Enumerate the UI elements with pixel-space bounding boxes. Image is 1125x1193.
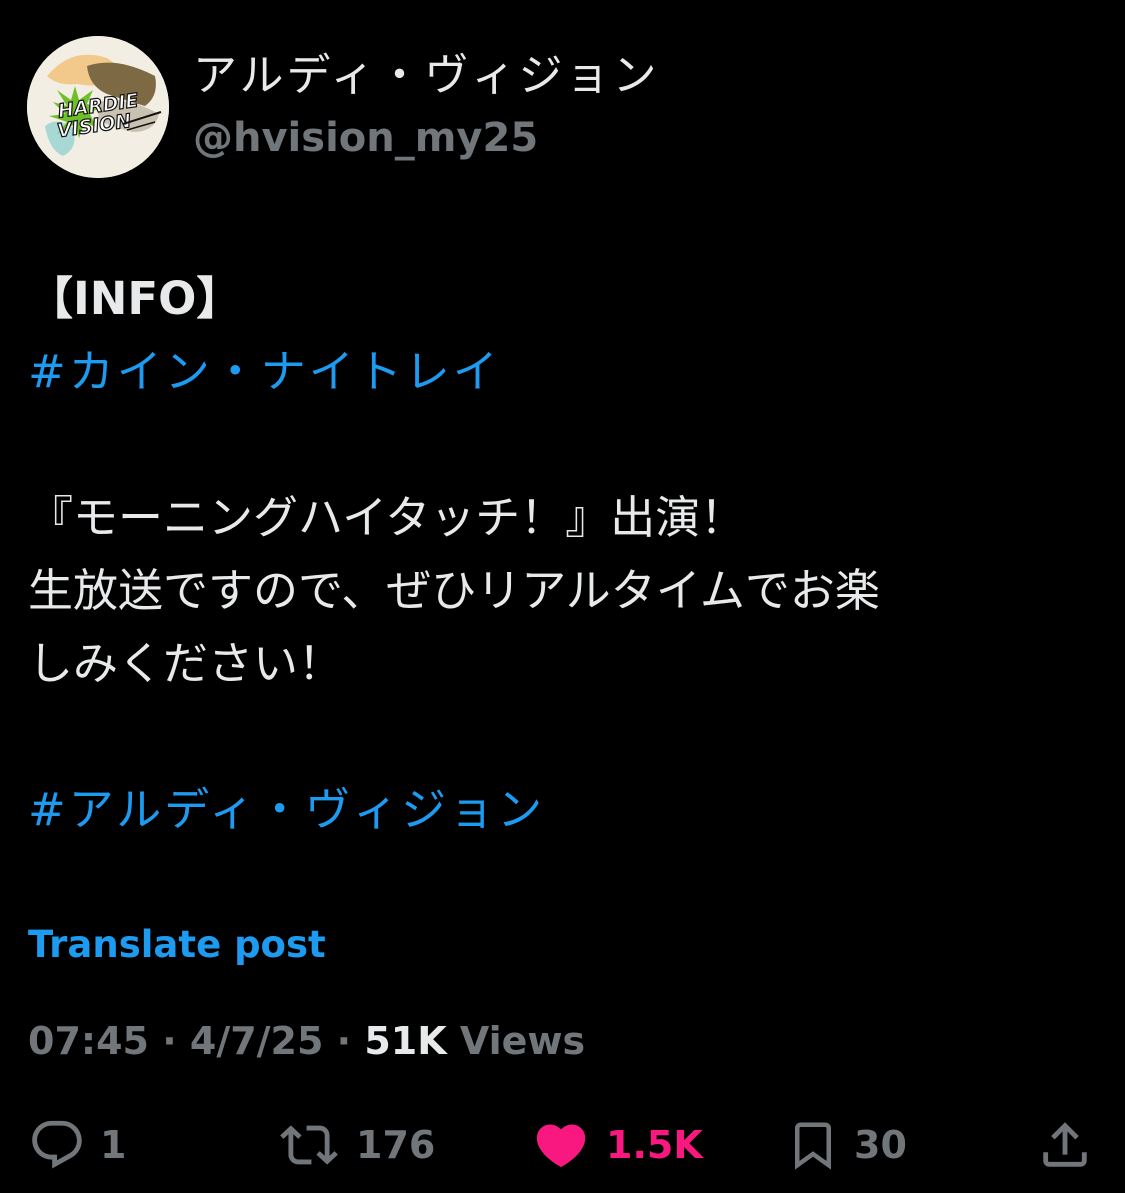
post-text: 【INFO】 #カイン・ナイトレイ 『モーニングハイタッチ！』出演！ 生放送です… xyxy=(28,262,1088,846)
reply-icon xyxy=(32,1120,82,1169)
hardie-vision-logo: HARDIE VISION xyxy=(27,36,169,178)
bookmark-button[interactable]: 30 xyxy=(786,1110,907,1180)
translate-post-link[interactable]: Translate post xyxy=(28,920,326,970)
views-label: Views xyxy=(446,1019,586,1063)
post-date[interactable]: 4/7/25 xyxy=(190,1019,324,1063)
avatar[interactable]: HARDIE VISION xyxy=(27,36,169,178)
post-line-live: 生放送ですので、ぜひリアルタイムでお楽 xyxy=(28,564,880,617)
hashtag-link-hardie-vision[interactable]: #アルディ・ヴィジョン xyxy=(28,773,1088,846)
repost-button[interactable]: 176 xyxy=(276,1110,435,1180)
bookmark-count: 30 xyxy=(854,1123,907,1167)
hashtag-link-kain[interactable]: #カイン・ナイトレイ xyxy=(28,335,1088,408)
meta-separator: · xyxy=(323,1019,365,1063)
heart-icon xyxy=(536,1124,586,1168)
post-time[interactable]: 07:45 xyxy=(28,1019,149,1063)
views-count[interactable]: 51K xyxy=(364,1019,446,1063)
like-button[interactable]: 1.5K xyxy=(530,1110,703,1180)
post-line-announcement: 『モーニングハイタッチ！』出演！ xyxy=(28,491,746,544)
meta-separator: · xyxy=(148,1019,190,1063)
post-line-enjoy: しみください！ xyxy=(28,637,344,690)
author-handle[interactable]: @hvision_my25 xyxy=(193,112,659,164)
author-names: アルディ・ヴィジョン @hvision_my25 xyxy=(193,48,659,164)
reply-count: 1 xyxy=(100,1123,127,1167)
post-header: HARDIE VISION アルディ・ヴィジョン @hvision_my25 xyxy=(27,36,1097,180)
post-meta: 07:45 · 4/7/25 · 51K Views xyxy=(28,1015,585,1067)
author-display-name[interactable]: アルディ・ヴィジョン xyxy=(193,48,659,104)
reply-button[interactable]: 1 xyxy=(28,1110,126,1180)
repost-count: 176 xyxy=(356,1123,436,1167)
share-icon xyxy=(1043,1122,1087,1167)
post-line-info: 【INFO】 xyxy=(28,272,242,325)
repost-icon xyxy=(280,1125,338,1165)
like-count: 1.5K xyxy=(606,1123,703,1167)
action-bar: 1 176 1.5K 30 xyxy=(0,1110,1125,1180)
share-button[interactable] xyxy=(1036,1110,1094,1180)
bookmark-icon xyxy=(795,1122,831,1170)
